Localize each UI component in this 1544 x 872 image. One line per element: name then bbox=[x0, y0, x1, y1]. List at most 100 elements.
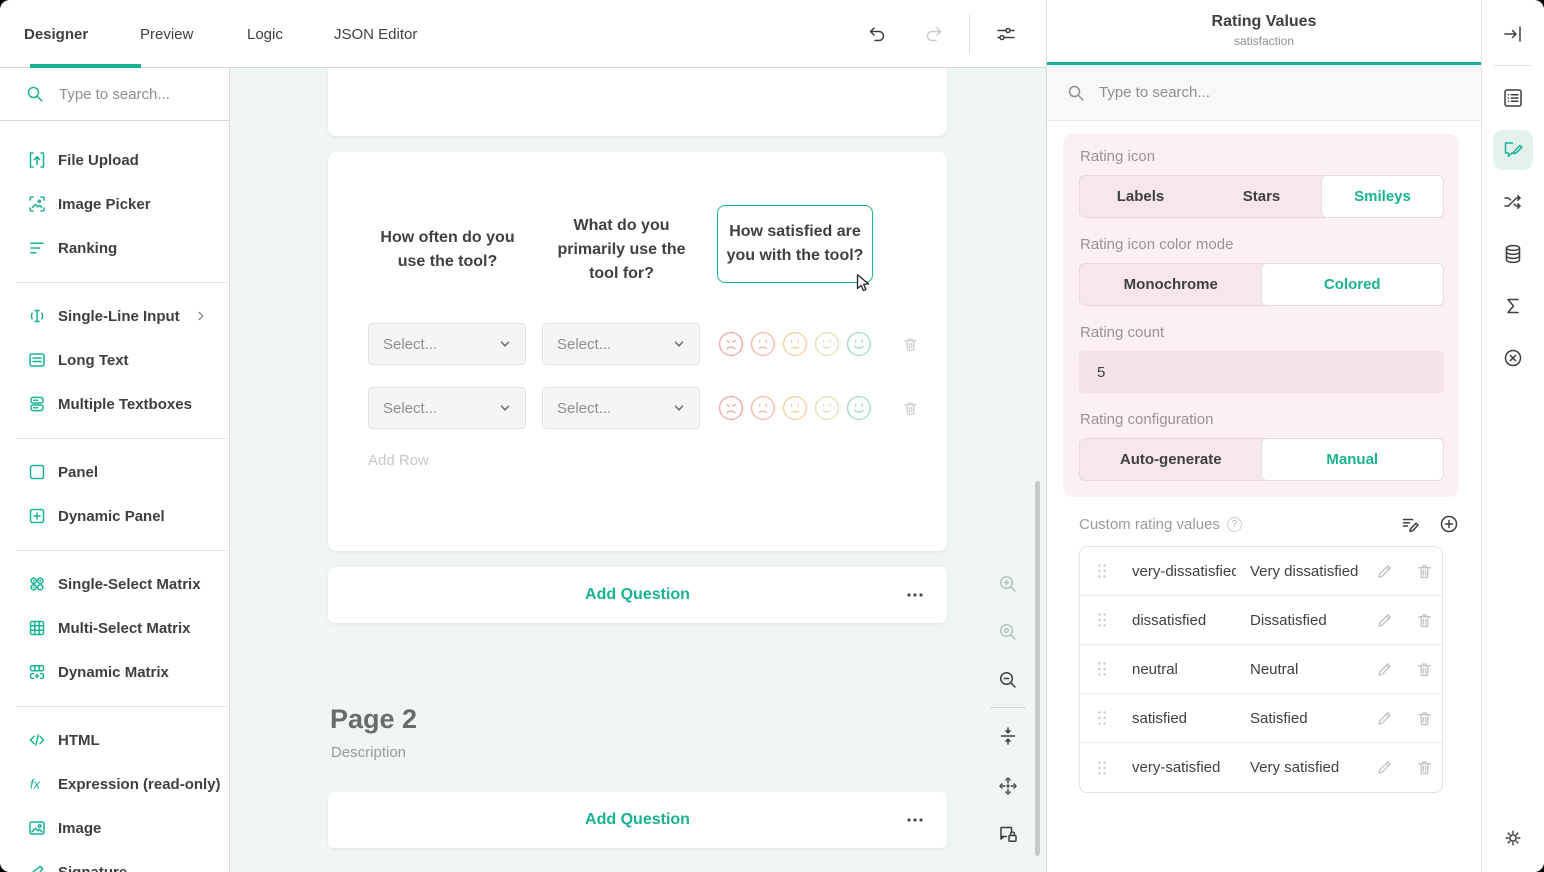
label-cell[interactable]: Neutral bbox=[1250, 661, 1366, 678]
row2-dropdown-2[interactable]: Select... bbox=[542, 387, 700, 429]
question-card-partial[interactable] bbox=[328, 68, 947, 136]
help-icon[interactable]: ? bbox=[1227, 517, 1242, 532]
zoom-in-icon[interactable] bbox=[997, 573, 1019, 595]
label-cell[interactable]: Very satisfied bbox=[1250, 759, 1366, 776]
edit-pencil-icon[interactable] bbox=[1375, 660, 1394, 679]
delete-trash-icon[interactable] bbox=[1415, 562, 1434, 581]
toolbox-item-signature[interactable]: Signature bbox=[0, 850, 229, 872]
value-cell[interactable]: satisfied bbox=[1132, 710, 1236, 727]
collapse-panel-icon[interactable] bbox=[1493, 14, 1533, 54]
toolbox-item-dynamic-matrix[interactable]: Dynamic Matrix bbox=[0, 650, 229, 694]
question-menu-icon[interactable] bbox=[905, 585, 925, 605]
rating-count-input[interactable] bbox=[1079, 351, 1444, 393]
smiley-satisfied-icon[interactable] bbox=[814, 395, 840, 421]
delete-trash-icon[interactable] bbox=[1415, 660, 1434, 679]
drag-move-icon[interactable] bbox=[997, 775, 1019, 797]
clear-if-icon[interactable] bbox=[1493, 338, 1533, 378]
smiley-satisfied-icon[interactable] bbox=[814, 331, 840, 357]
matrix-column-header-3-selected[interactable]: How satisfied are you with the tool? bbox=[717, 205, 873, 283]
smiley-neutral-icon[interactable] bbox=[782, 331, 808, 357]
logic-icon[interactable] bbox=[1493, 182, 1533, 222]
lock-survey-icon[interactable] bbox=[997, 823, 1019, 845]
toolbox-item-html[interactable]: HTML bbox=[0, 718, 229, 762]
delete-trash-icon[interactable] bbox=[1415, 611, 1434, 630]
drag-handle-icon[interactable] bbox=[1097, 760, 1107, 776]
redo-icon[interactable] bbox=[922, 22, 946, 46]
drag-handle-icon[interactable] bbox=[1097, 710, 1107, 726]
toolbox-item-ranking[interactable]: Ranking bbox=[0, 226, 229, 270]
drag-handle-icon[interactable] bbox=[1097, 612, 1107, 628]
toolbox-item-expression[interactable]: Expression (read-only) bbox=[0, 762, 229, 806]
smiley-dissatisfied-icon[interactable] bbox=[750, 395, 776, 421]
tab-json-editor[interactable]: JSON Editor bbox=[334, 0, 417, 68]
matrix-question-card[interactable]: How often do you use the tool? What do y… bbox=[328, 152, 947, 551]
delete-trash-icon[interactable] bbox=[1415, 709, 1434, 728]
add-value-icon[interactable] bbox=[1439, 514, 1459, 534]
value-cell[interactable]: very-satisfied bbox=[1132, 759, 1236, 776]
toolbox-item-long-text[interactable]: Long Text bbox=[0, 338, 229, 382]
add-question-button[interactable]: Add Question bbox=[328, 567, 947, 623]
toolbox-item-multi-select-matrix[interactable]: Multi-Select Matrix bbox=[0, 606, 229, 650]
batch-edit-icon[interactable] bbox=[1400, 514, 1420, 534]
edit-pencil-icon[interactable] bbox=[1375, 758, 1394, 777]
tab-designer[interactable]: Designer bbox=[24, 0, 88, 68]
settings-sliders-icon[interactable] bbox=[994, 22, 1018, 46]
toolbox-item-multiple-textboxes[interactable]: Multiple Textboxes bbox=[0, 382, 229, 426]
smiley-very-satisfied-icon[interactable] bbox=[846, 395, 872, 421]
zoom-reset-icon[interactable] bbox=[997, 621, 1019, 643]
settings-gear-icon[interactable] bbox=[1493, 818, 1533, 858]
smiley-very-dissatisfied-icon[interactable] bbox=[718, 395, 744, 421]
question-menu-icon[interactable] bbox=[905, 810, 925, 830]
general-properties-icon[interactable] bbox=[1493, 78, 1533, 118]
add-question-button-page2[interactable]: Add Question bbox=[328, 792, 947, 848]
drag-handle-icon[interactable] bbox=[1097, 661, 1107, 677]
edit-pencil-icon[interactable] bbox=[1375, 709, 1394, 728]
toolbox-item-dynamic-panel[interactable]: Dynamic Panel bbox=[0, 494, 229, 538]
edit-pencil-icon[interactable] bbox=[1375, 562, 1394, 581]
toolbox-item-single-select-matrix[interactable]: Single-Select Matrix bbox=[0, 562, 229, 606]
label-cell[interactable]: Satisfied bbox=[1250, 710, 1366, 727]
option-monochrome[interactable]: Monochrome bbox=[1080, 264, 1262, 305]
tab-logic[interactable]: Logic bbox=[247, 0, 283, 68]
edit-pencil-icon[interactable] bbox=[1375, 611, 1394, 630]
option-smileys-selected[interactable]: Smileys bbox=[1321, 175, 1444, 218]
data-icon[interactable] bbox=[1493, 234, 1533, 274]
toolbox-item-image[interactable]: Image bbox=[0, 806, 229, 850]
value-cell[interactable]: very-dissatisfied bbox=[1132, 563, 1236, 580]
smiley-very-satisfied-icon[interactable] bbox=[846, 331, 872, 357]
option-labels[interactable]: Labels bbox=[1080, 176, 1201, 217]
smiley-very-dissatisfied-icon[interactable] bbox=[718, 331, 744, 357]
label-cell[interactable]: Dissatisfied bbox=[1250, 612, 1366, 629]
canvas-scrollbar[interactable] bbox=[1035, 481, 1040, 856]
option-stars[interactable]: Stars bbox=[1201, 176, 1322, 217]
page2-description[interactable]: Description bbox=[331, 744, 406, 761]
delete-row-icon[interactable] bbox=[901, 399, 920, 418]
tab-preview[interactable]: Preview bbox=[140, 0, 193, 68]
toolbox-search-input[interactable] bbox=[57, 85, 207, 104]
smiley-neutral-icon[interactable] bbox=[782, 395, 808, 421]
panel-search-input[interactable] bbox=[1097, 83, 1397, 102]
toolbox-item-single-line-input[interactable]: Single-Line Input bbox=[0, 294, 229, 338]
collapse-all-icon[interactable] bbox=[997, 725, 1019, 747]
matrix-column-header-2[interactable]: What do you primarily use the tool for? bbox=[542, 193, 701, 307]
value-cell[interactable]: neutral bbox=[1132, 661, 1236, 678]
validation-sigma-icon[interactable] bbox=[1493, 286, 1533, 326]
value-cell[interactable]: dissatisfied bbox=[1132, 612, 1236, 629]
option-colored-selected[interactable]: Colored bbox=[1261, 263, 1445, 306]
delete-trash-icon[interactable] bbox=[1415, 758, 1434, 777]
undo-icon[interactable] bbox=[865, 22, 889, 46]
smiley-dissatisfied-icon[interactable] bbox=[750, 331, 776, 357]
toolbox-item-image-picker[interactable]: Image Picker bbox=[0, 182, 229, 226]
page2-title[interactable]: Page 2 bbox=[330, 704, 417, 735]
row1-dropdown-1[interactable]: Select... bbox=[368, 323, 526, 365]
option-manual-selected[interactable]: Manual bbox=[1261, 438, 1445, 481]
delete-row-icon[interactable] bbox=[901, 335, 920, 354]
toolbox-item-panel[interactable]: Panel bbox=[0, 450, 229, 494]
toolbox-search[interactable] bbox=[0, 68, 229, 121]
row1-dropdown-2[interactable]: Select... bbox=[542, 323, 700, 365]
panel-search[interactable] bbox=[1047, 65, 1481, 121]
matrix-column-header-1[interactable]: How often do you use the tool? bbox=[368, 205, 527, 295]
option-auto-generate[interactable]: Auto-generate bbox=[1080, 439, 1262, 480]
toolbox-item-file-upload[interactable]: File Upload bbox=[0, 138, 229, 182]
edit-values-icon-selected[interactable] bbox=[1493, 130, 1533, 170]
